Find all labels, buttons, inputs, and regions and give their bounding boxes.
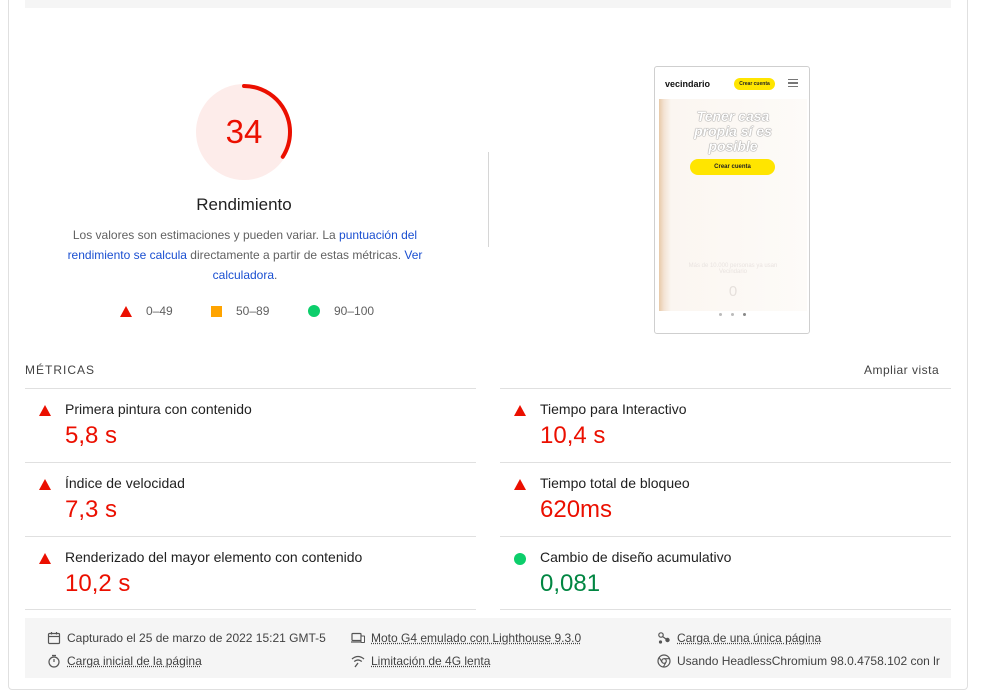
- divider: [500, 536, 951, 537]
- site-headline: Tener casa propia sí es posible: [677, 109, 789, 154]
- metric-speed-index: Índice de velocidad 7,3 s: [25, 467, 475, 541]
- network-signal-icon: [351, 654, 365, 668]
- metric-value: 10,2 s: [65, 570, 130, 598]
- metric-name: Primera pintura con contenido: [65, 401, 252, 417]
- device-text: Moto G4 emulado con Lighthouse 9.3.0: [371, 631, 581, 645]
- red-triangle-icon: [120, 306, 132, 317]
- metric-fcp: Primera pintura con contenido 5,8 s: [25, 393, 475, 467]
- top-bar: [25, 0, 951, 8]
- metric-lcp: Renderizado del mayor elemento con conte…: [25, 541, 475, 615]
- metric-tbt: Tiempo total de bloqueo 620ms: [500, 467, 950, 541]
- metric-value: 10,4 s: [540, 422, 605, 450]
- green-circle-icon: [514, 553, 526, 565]
- divider: [500, 609, 951, 610]
- throttling-info[interactable]: Limitación de 4G lenta: [351, 654, 490, 668]
- carousel-dots: [719, 313, 749, 317]
- metric-tti: Tiempo para Interactivo 10,4 s: [500, 393, 950, 467]
- device-info[interactable]: Moto G4 emulado con Lighthouse 9.3.0: [351, 631, 581, 645]
- throttling-text: Limitación de 4G lenta: [371, 654, 490, 668]
- legend-item-average: 50–89: [211, 304, 269, 318]
- red-triangle-icon: [39, 553, 51, 564]
- red-triangle-icon: [514, 479, 526, 490]
- page-load-info[interactable]: Carga de una única página: [657, 631, 821, 645]
- metric-value: 7,3 s: [65, 496, 117, 524]
- chrome-icon: [657, 654, 671, 668]
- initial-load-info[interactable]: Carga inicial de la página: [47, 654, 202, 668]
- legend-item-pass: 90–100: [308, 304, 374, 318]
- red-triangle-icon: [514, 405, 526, 416]
- divider: [25, 388, 476, 389]
- calendar-icon: [47, 631, 61, 645]
- metric-cls: Cambio de diseño acumulativo 0,081: [500, 541, 950, 615]
- divider: [25, 609, 476, 610]
- browser-info: Usando HeadlessChromium 98.0.4758.102 co…: [657, 654, 940, 668]
- metric-name: Tiempo para Interactivo: [540, 401, 687, 417]
- metric-value: 0,081: [540, 570, 600, 598]
- site-header-button: Crear cuenta: [734, 78, 775, 90]
- stopwatch-icon: [47, 654, 61, 668]
- description-text: Los valores son estimaciones y pueden va…: [73, 228, 339, 242]
- legend-range: 50–89: [236, 304, 269, 318]
- metric-name: Tiempo total de bloqueo: [540, 475, 690, 491]
- legend-range: 90–100: [334, 304, 374, 318]
- nodes-icon: [657, 631, 671, 645]
- metric-value: 620ms: [540, 496, 612, 524]
- initial-load-text: Carga inicial de la página: [67, 654, 202, 668]
- legend-range: 0–49: [146, 304, 173, 318]
- runtime-settings: Capturado el 25 de marzo de 2022 15:21 G…: [25, 618, 951, 678]
- red-triangle-icon: [39, 479, 51, 490]
- site-cta-button: Crear cuenta: [690, 159, 775, 175]
- captured-info: Capturado el 25 de marzo de 2022 15:21 G…: [47, 631, 326, 645]
- metric-value: 5,8 s: [65, 422, 117, 450]
- metric-name: Cambio de diseño acumulativo: [540, 549, 731, 565]
- hamburger-menu-icon: [788, 79, 798, 87]
- browser-text: Usando HeadlessChromium 98.0.4758.102 co…: [677, 654, 940, 668]
- score-legend: 0–49 50–89 90–100: [0, 304, 500, 322]
- metric-name: Renderizado del mayor elemento con conte…: [65, 549, 362, 565]
- divider: [25, 536, 476, 537]
- divider: [500, 462, 951, 463]
- captured-text: Capturado el 25 de marzo de 2022 15:21 G…: [67, 631, 326, 645]
- legend-item-fail: 0–49: [120, 304, 173, 318]
- metrics-header: MÉTRICAS: [25, 363, 95, 377]
- description-text: directamente a partir de estas métricas.: [187, 248, 404, 262]
- divider: [500, 388, 951, 389]
- green-circle-icon: [308, 305, 320, 317]
- score-value: 34: [194, 82, 294, 182]
- metric-name: Índice de velocidad: [65, 475, 185, 491]
- red-triangle-icon: [39, 405, 51, 416]
- devices-icon: [351, 631, 365, 645]
- site-faint-text: Más de 10.000 personas ya usan Vecindari…: [677, 263, 789, 275]
- description-text: .: [274, 268, 277, 282]
- divider: [25, 462, 476, 463]
- category-title: Rendimiento: [144, 195, 344, 215]
- performance-gauge[interactable]: 34: [194, 82, 294, 182]
- site-logo: vecindario: [665, 79, 710, 89]
- site-counter: 0: [721, 283, 745, 300]
- score-description: Los valores son estimaciones y pueden va…: [60, 225, 430, 285]
- page-load-text: Carga de una única página: [677, 631, 821, 645]
- vertical-divider: [488, 152, 489, 247]
- final-screenshot[interactable]: vecindario Crear cuenta Tener casa propi…: [654, 66, 810, 334]
- orange-square-icon: [211, 306, 222, 317]
- expand-view-toggle[interactable]: Ampliar vista: [864, 363, 939, 377]
